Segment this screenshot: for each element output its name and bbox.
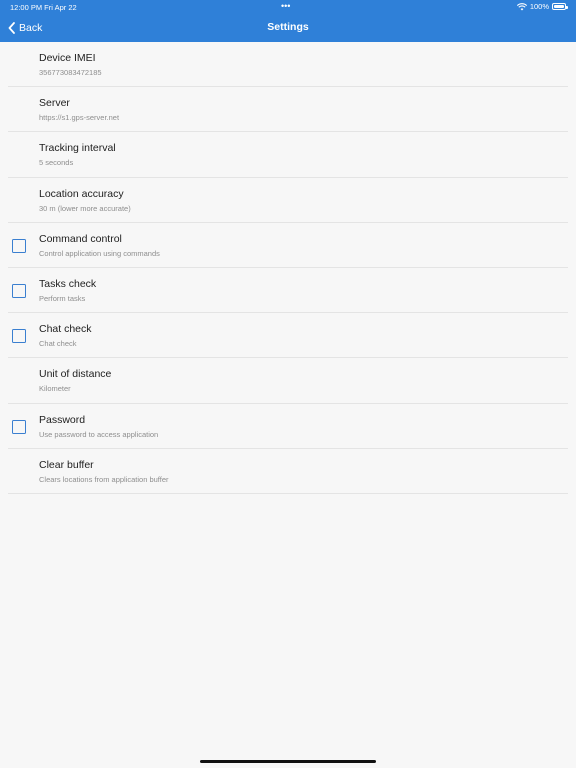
setting-title: Tracking interval — [39, 142, 116, 155]
setting-subtitle: https://s1.gps-server.net — [39, 113, 120, 123]
setting-checkbox[interactable] — [12, 238, 26, 253]
setting-subtitle: 5 seconds — [39, 158, 74, 168]
status-bar: 12:00 PM Fri Apr 22 ••• 100% — [0, 0, 576, 14]
setting-title: Chat check — [39, 323, 92, 336]
setting-subtitle: 356773083472185 — [39, 68, 102, 77]
settings-row[interactable]: Unit of distance Kilometer — [0, 358, 576, 404]
multitasking-dots[interactable]: ••• — [281, 1, 290, 11]
setting-subtitle: Control application using commands — [39, 248, 160, 258]
setting-title: Location accuracy — [39, 187, 124, 200]
setting-checkbox[interactable] — [12, 329, 26, 344]
setting-subtitle: 30 m (lower more accurate) — [39, 203, 131, 213]
setting-subtitle: Clears locations from application buffer — [39, 474, 169, 484]
setting-title: Password — [39, 413, 86, 426]
settings-row[interactable]: Clear buffer Clears locations from applic… — [0, 449, 576, 495]
setting-title: Tasks check — [39, 277, 97, 290]
settings-row[interactable]: Device IMEI 356773083472185 — [0, 42, 576, 88]
home-indicator[interactable] — [200, 760, 376, 763]
setting-title: Clear buffer — [39, 458, 94, 471]
wifi-icon — [516, 2, 527, 10]
status-right-group: 100% — [516, 2, 568, 11]
setting-title: Device IMEI — [39, 52, 96, 64]
settings-row[interactable]: Server https://s1.gps-server.net — [0, 87, 576, 133]
setting-subtitle: Use password to access application — [39, 429, 159, 439]
settings-row[interactable]: Chat check Chat check — [0, 313, 576, 359]
setting-title: Server — [39, 97, 70, 110]
settings-row[interactable]: Tracking interval 5 seconds — [0, 132, 576, 178]
settings-row[interactable]: Tasks check Perform tasks — [0, 268, 576, 314]
setting-subtitle: Kilometer — [39, 384, 71, 394]
battery-percent: 100% — [529, 2, 549, 11]
settings-list: Device IMEI 356773083472185 Server https://… — [0, 42, 576, 495]
setting-subtitle: Chat check — [39, 339, 77, 349]
page-title: Settings — [267, 21, 309, 33]
setting-checkbox[interactable] — [12, 283, 26, 298]
setting-subtitle: Perform tasks — [39, 293, 86, 303]
settings-row[interactable]: Password Use password to access applicati… — [0, 404, 576, 449]
setting-checkbox[interactable] — [12, 419, 26, 434]
battery-icon — [552, 3, 568, 10]
settings-row[interactable]: Location accuracy 30 m (lower more accura… — [0, 178, 576, 223]
settings-row[interactable]: Command control Control application using… — [0, 223, 576, 269]
setting-title: Unit of distance — [39, 368, 112, 381]
setting-title: Command control — [39, 232, 122, 245]
navigation-header: 12:00 PM Fri Apr 22 ••• 100% Back Settin… — [0, 0, 576, 42]
status-time: 12:00 PM Fri Apr 22 — [10, 3, 77, 12]
